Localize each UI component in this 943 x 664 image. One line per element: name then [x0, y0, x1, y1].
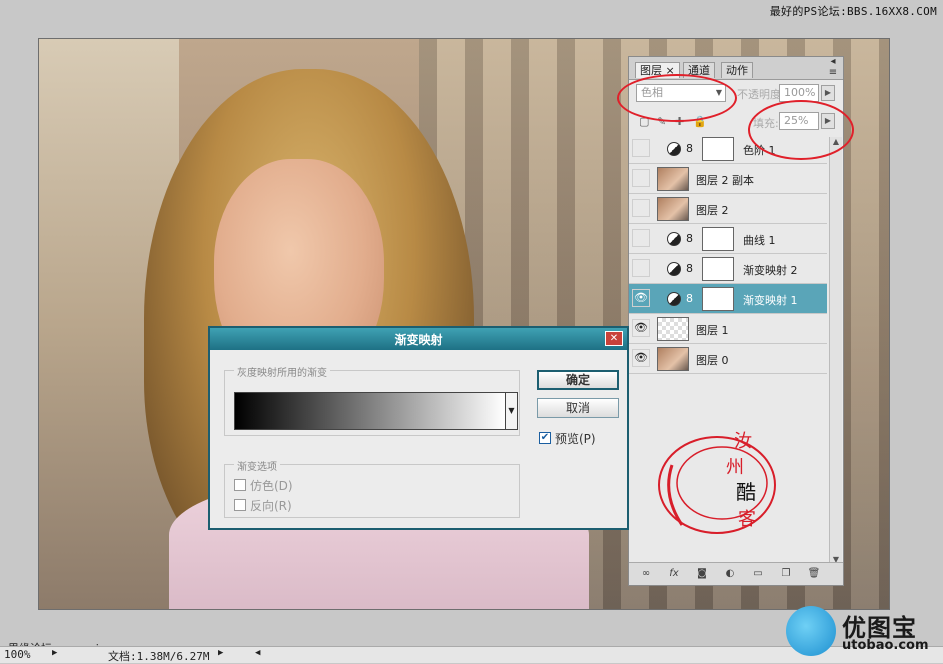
layer-style-fx-icon[interactable]: fx — [667, 567, 681, 581]
annotation-circle-fill — [748, 100, 854, 160]
dialog-titlebar[interactable]: 渐变映射 ✕ — [210, 328, 627, 350]
status-menu-icon[interactable]: ▶ — [218, 648, 223, 658]
chain-link-icon[interactable]: 8 — [686, 292, 693, 305]
layer-row[interactable]: 👁 8 渐变映射 1 — [629, 284, 827, 314]
close-icon: ✕ — [609, 333, 619, 344]
chain-link-icon[interactable]: 8 — [686, 142, 693, 155]
annotation-circle-blend-mode — [617, 74, 737, 122]
adjustment-layer-icon[interactable]: ◐ — [723, 567, 737, 581]
dialog-title: 渐变映射 — [394, 333, 443, 347]
layer-name: 图层 1 — [696, 324, 729, 337]
adjustment-layer-icon — [667, 232, 681, 246]
signature-stamp: 汝 州 酷 客 — [658, 431, 776, 534]
gradient-preview[interactable] — [234, 392, 506, 430]
layers-scrollbar[interactable]: ▲ ▼ — [829, 137, 842, 567]
layer-row[interactable]: 👁 图层 1 — [629, 314, 827, 344]
layer-mask-thumbnail[interactable] — [702, 257, 734, 281]
layer-name: 图层 2 副本 — [696, 174, 754, 187]
layer-name: 渐变映射 2 — [743, 264, 798, 277]
visibility-eye-icon[interactable] — [632, 259, 650, 277]
svg-text:汝: 汝 — [734, 431, 752, 452]
layer-mask-thumbnail[interactable] — [702, 227, 734, 251]
layer-thumbnail[interactable] — [657, 317, 689, 341]
layer-name: 曲线 1 — [743, 234, 776, 247]
watermark-top: 最好的PS论坛:BBS.16XX8.COM — [769, 5, 937, 18]
reverse-checkbox[interactable] — [234, 499, 246, 511]
gradient-map-dialog: 渐变映射 ✕ 灰度映射所用的渐变 ▼ 渐变选项 仿色(D) 反向(R) 确定 取… — [208, 326, 629, 530]
scroll-left-icon[interactable]: ◀ — [255, 648, 260, 658]
visibility-eye-icon[interactable] — [632, 169, 650, 187]
cancel-button[interactable]: 取消 — [537, 398, 619, 418]
status-arrow-icon[interactable]: ▶ — [52, 648, 57, 658]
new-group-icon[interactable]: ▭ — [751, 567, 765, 581]
opacity-arrow-button[interactable]: ▶ — [821, 85, 835, 101]
dither-checkbox[interactable] — [234, 479, 246, 491]
tab-actions[interactable]: 动作 — [721, 62, 753, 78]
panel-menu-icon[interactable]: ≡ — [827, 67, 839, 79]
link-layers-icon[interactable]: ∞ — [639, 567, 653, 581]
opacity-label: 不透明度: — [737, 88, 785, 101]
layer-row[interactable]: 8 曲线 1 — [629, 224, 827, 254]
layer-row[interactable]: 图层 2 副本 — [629, 164, 827, 194]
preview-checkbox[interactable]: ✔ — [539, 432, 551, 444]
chain-link-icon[interactable]: 8 — [686, 262, 693, 275]
layer-name: 图层 0 — [696, 354, 729, 367]
svg-text:州: 州 — [726, 457, 744, 478]
checkmark-icon: ✔ — [540, 432, 550, 443]
add-mask-icon[interactable]: ◙ — [695, 567, 709, 581]
gradient-dropdown-button[interactable]: ▼ — [506, 392, 518, 430]
layer-mask-thumbnail[interactable] — [702, 137, 734, 161]
svg-text:客: 客 — [738, 509, 756, 530]
visibility-eye-icon[interactable]: 👁 — [632, 319, 650, 337]
visibility-eye-icon[interactable] — [632, 199, 650, 217]
cancel-button-label: 取消 — [565, 401, 590, 415]
options-group-label: 渐变选项 — [234, 458, 280, 473]
dialog-close-button[interactable]: ✕ — [605, 331, 623, 346]
adjustment-layer-icon — [667, 142, 681, 156]
layer-row[interactable]: 👁 图层 0 — [629, 344, 827, 374]
visibility-eye-icon[interactable]: 👁 — [632, 289, 650, 307]
ok-button-label: 确定 — [565, 373, 590, 387]
layer-row[interactable]: 8 渐变映射 2 — [629, 254, 827, 284]
ok-button[interactable]: 确定 — [537, 370, 619, 390]
bird-logo-icon — [786, 606, 836, 656]
adjustment-layer-icon — [667, 262, 681, 276]
layer-thumbnail[interactable] — [657, 347, 689, 371]
tab-actions-label: 动作 — [726, 64, 748, 77]
layer-name: 渐变映射 1 — [743, 294, 798, 307]
gradient-group-label: 灰度映射所用的渐变 — [234, 364, 330, 379]
adjustment-layer-icon — [667, 292, 681, 306]
layer-row[interactable]: 图层 2 — [629, 194, 827, 224]
visibility-eye-icon[interactable] — [632, 139, 650, 157]
new-layer-icon[interactable]: ❐ — [779, 567, 793, 581]
preview-label: 预览(P) — [555, 432, 596, 446]
chain-link-icon[interactable]: 8 — [686, 232, 693, 245]
delete-layer-icon[interactable]: 🗑 — [807, 567, 821, 581]
zoom-level[interactable]: 100% — [4, 648, 31, 661]
opacity-value: 100% — [784, 86, 816, 99]
visibility-eye-icon[interactable]: 👁 — [632, 349, 650, 367]
reverse-label: 反向(R) — [250, 499, 292, 513]
site-logo: 优图宝 utobao.com — [786, 606, 941, 660]
layer-thumbnail[interactable] — [657, 197, 689, 221]
dither-label: 仿色(D) — [250, 479, 293, 493]
layer-mask-thumbnail[interactable] — [702, 287, 734, 311]
layer-name: 图层 2 — [696, 204, 729, 217]
visibility-eye-icon[interactable] — [632, 229, 650, 247]
logo-text-en: utobao.com — [842, 638, 929, 653]
svg-text:酷: 酷 — [736, 480, 756, 504]
layer-thumbnail[interactable] — [657, 167, 689, 191]
layers-panel-toolbar: ∞ fx ◙ ◐ ▭ ❐ 🗑 — [629, 562, 843, 585]
